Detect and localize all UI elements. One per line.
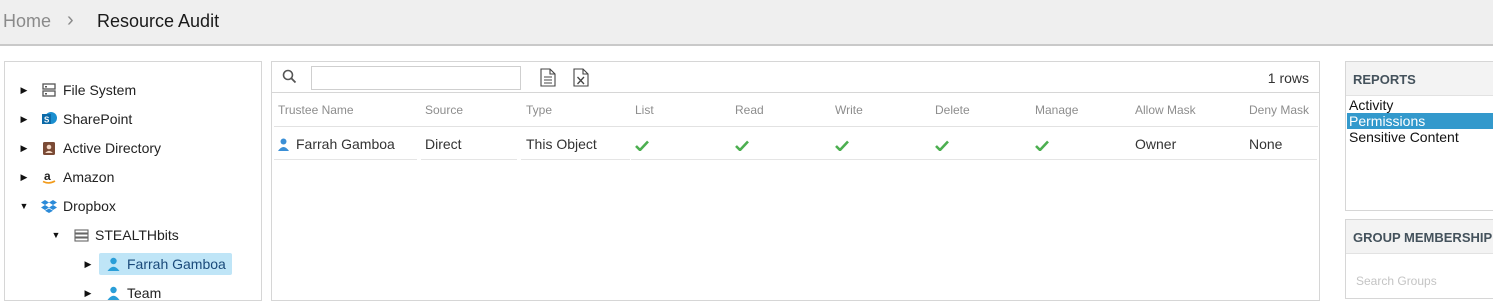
grid-toolbar: 1 rows (272, 62, 1319, 93)
row-divider (631, 159, 1317, 160)
expand-arrow-icon[interactable]: ▶ (83, 259, 93, 270)
cell-deny-mask: None (1249, 136, 1283, 152)
header-divider (274, 126, 1318, 127)
report-item-activity[interactable]: Activity (1347, 97, 1493, 113)
export-document-icon[interactable] (540, 68, 556, 90)
page-title: Resource Audit (97, 11, 220, 31)
column-header-trustee-name[interactable]: Trustee Name (278, 103, 354, 117)
tree-item-file-system[interactable]: ▶ File System (19, 79, 137, 101)
check-icon (1035, 138, 1049, 154)
row-divider (274, 159, 417, 160)
tree-item-sharepoint[interactable]: ▶ S SharePoint (19, 108, 133, 130)
breadcrumb-home-link[interactable]: Home (3, 11, 51, 32)
report-item-permissions[interactable]: Permissions (1347, 113, 1493, 129)
cell-type: This Object (526, 136, 597, 152)
server-icon (41, 82, 57, 98)
tree-item-selected-label: Farrah Gamboa (99, 253, 232, 275)
user-icon (105, 256, 121, 272)
group-membership-title: GROUP MEMBERSHIP (1346, 220, 1493, 254)
user-icon (278, 138, 289, 151)
tree-item-amazon[interactable]: ▶ a Amazon (19, 166, 115, 188)
column-header-manage[interactable]: Manage (1035, 103, 1078, 117)
breadcrumb-bar: Home › Resource Audit (0, 0, 1493, 46)
cell-allow-mask: Owner (1135, 136, 1177, 152)
sharepoint-icon: S (41, 111, 57, 127)
expand-arrow-icon[interactable]: ▶ (19, 172, 29, 183)
row-divider (421, 159, 517, 160)
row-count: 1 rows (1267, 70, 1309, 86)
amazon-icon: a (41, 169, 57, 185)
search-groups-input[interactable]: Search Groups (1356, 274, 1437, 288)
active-directory-icon (41, 140, 57, 156)
svg-text:S: S (44, 116, 50, 125)
list-icon (73, 227, 89, 243)
tree-item-label: Dropbox (63, 198, 116, 214)
tree-item-label: File System (63, 82, 137, 98)
reports-title: REPORTS (1346, 62, 1493, 96)
reports-panel: REPORTS Activity Permissions Sensitive C… (1345, 61, 1493, 211)
dropbox-icon (41, 198, 57, 214)
grid-search-input[interactable] (311, 66, 521, 90)
collapse-arrow-icon[interactable]: ▼ (19, 201, 29, 211)
trustee-name: Farrah Gamboa (296, 136, 395, 152)
column-header-list[interactable]: List (635, 103, 654, 117)
column-header-write[interactable]: Write (835, 103, 863, 117)
tree-item-label: STEALTHbits (95, 227, 179, 243)
search-icon (282, 69, 297, 87)
column-header-type[interactable]: Type (526, 103, 552, 117)
check-icon (935, 138, 949, 154)
column-header-allow-mask[interactable]: Allow Mask (1135, 103, 1196, 117)
tree-item-label: Farrah Gamboa (127, 256, 226, 272)
expand-arrow-icon[interactable]: ▶ (19, 85, 29, 96)
cell-source: Direct (425, 136, 462, 152)
column-header-delete[interactable]: Delete (935, 103, 970, 117)
permissions-grid: 1 rows Trustee Name Source Type List Rea… (271, 61, 1320, 301)
tree-item-farrah-gamboa[interactable]: ▶ Farrah Gamboa (83, 253, 232, 275)
group-membership-panel: GROUP MEMBERSHIP Search Groups (1345, 219, 1493, 299)
report-item-sensitive-content[interactable]: Sensitive Content (1347, 129, 1493, 145)
expand-arrow-icon[interactable]: ▶ (19, 114, 29, 125)
collapse-arrow-icon[interactable]: ▼ (51, 230, 61, 240)
tree-item-label: SharePoint (63, 111, 133, 127)
tree-item-label: Team (127, 285, 162, 301)
tree-item-label: Active Directory (63, 140, 162, 156)
resource-tree: ▶ File System ▶ S SharePoint ▶ Active Di… (4, 61, 262, 301)
tree-item-active-directory[interactable]: ▶ Active Directory (19, 137, 162, 159)
check-icon (835, 138, 849, 154)
check-icon (635, 138, 649, 154)
tree-item-team[interactable]: ▶ Team (83, 282, 162, 301)
column-header-deny-mask[interactable]: Deny Mask (1249, 103, 1309, 117)
chevron-right-icon: › (67, 9, 74, 31)
expand-arrow-icon[interactable]: ▶ (19, 143, 29, 154)
row-divider (521, 159, 630, 160)
check-icon (735, 138, 749, 154)
tree-item-stealthbits[interactable]: ▼ STEALTHbits (51, 224, 179, 246)
export-excel-icon[interactable] (573, 68, 589, 90)
column-header-read[interactable]: Read (735, 103, 764, 117)
svg-text:a: a (44, 169, 51, 183)
user-icon (105, 285, 121, 300)
cell-trustee: Farrah Gamboa (278, 136, 395, 152)
column-header-source[interactable]: Source (425, 103, 463, 117)
tree-item-label: Amazon (63, 169, 115, 185)
tree-item-dropbox[interactable]: ▼ Dropbox (19, 195, 116, 217)
